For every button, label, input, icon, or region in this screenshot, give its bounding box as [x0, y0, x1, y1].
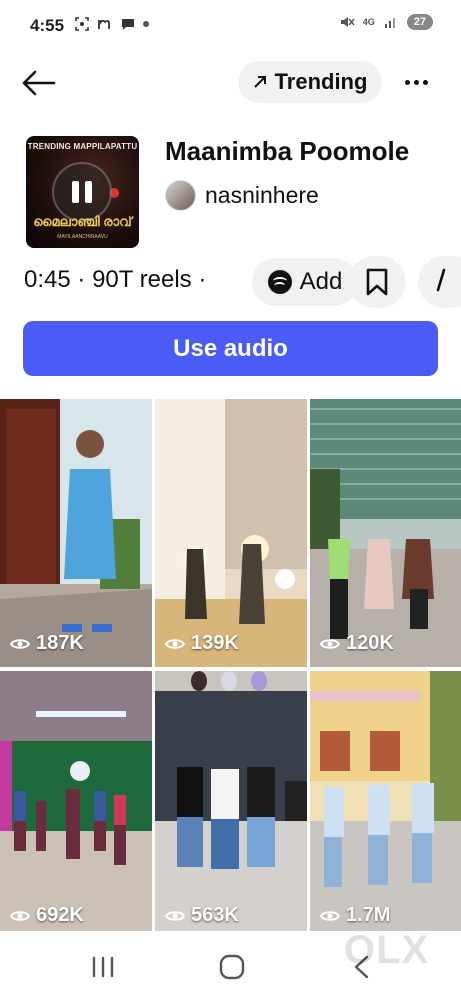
back-button[interactable] — [20, 67, 60, 99]
reel-thumbnail[interactable]: 120K — [310, 399, 461, 667]
share-button[interactable] — [418, 256, 461, 308]
status-right: 4G 27 — [339, 14, 433, 30]
reel-thumbnail[interactable]: 1.7M — [310, 671, 461, 939]
chat-icon — [122, 19, 134, 30]
meta-separator: · — [198, 266, 207, 293]
artist-row[interactable]: nasninhere — [165, 180, 319, 211]
header: Trending — [0, 55, 461, 111]
reel-preview-image — [310, 399, 461, 667]
pause-button[interactable] — [52, 162, 112, 222]
eye-icon — [165, 638, 185, 649]
save-audio-button[interactable] — [348, 256, 406, 308]
reel-thumbnail[interactable]: 187K — [0, 399, 152, 667]
trending-button[interactable]: Trending — [238, 61, 382, 103]
artist-name[interactable]: nasninhere — [205, 182, 319, 209]
trending-arrow-icon — [253, 76, 266, 88]
mute-icon — [340, 17, 355, 27]
view-count: 139K — [165, 632, 239, 655]
more-icon-dot — [413, 79, 419, 85]
view-count-label: 563K — [191, 904, 239, 926]
spotify-icon — [267, 270, 292, 294]
reels-count: 90T reels — [92, 266, 192, 293]
eye-icon — [10, 910, 30, 921]
status-left-icons — [74, 16, 149, 32]
eye-icon — [10, 638, 30, 649]
add-to-spotify-button[interactable]: Add — [252, 258, 358, 306]
eye-icon — [320, 638, 340, 649]
m-icon — [98, 19, 110, 29]
trending-label: Trending — [274, 69, 368, 94]
view-count-label: 692K — [36, 904, 84, 926]
dot-icon — [143, 21, 149, 27]
cover-title-text: മൈലാഞ്ചി രാവ് — [33, 214, 132, 229]
reel-preview-image — [310, 671, 461, 931]
view-count-label: 120K — [346, 632, 394, 654]
view-count-label: 1.7M — [346, 904, 391, 926]
reel-preview-image — [0, 399, 152, 667]
view-count: 692K — [10, 904, 84, 927]
view-count: 187K — [10, 632, 84, 655]
share-icon — [436, 268, 446, 292]
olx-watermark: OLX — [344, 928, 430, 972]
audio-meta-row: 0:45 · 90T reels · Add — [24, 256, 461, 308]
cover-top-text: TRENDING MAPPILAPATTU — [27, 142, 138, 151]
view-count: 120K — [320, 632, 394, 655]
home-icon — [219, 954, 245, 980]
use-audio-button[interactable]: Use audio — [23, 321, 438, 376]
reel-thumbnail[interactable]: 692K — [0, 671, 152, 939]
view-count-label: 139K — [191, 632, 239, 654]
screenshot-icon — [75, 17, 89, 31]
artist-avatar[interactable] — [165, 180, 196, 211]
album-cover[interactable]: TRENDING MAPPILAPATTU മൈലാഞ്ചി രാവ് MAYI… — [26, 136, 139, 248]
reel-preview-image — [155, 671, 307, 931]
cover-sub-text: MAYILAANCHIRAAVU — [57, 234, 108, 240]
view-count-label: 187K — [36, 632, 84, 654]
recent-apps-icon — [92, 956, 114, 978]
reel-thumbnail[interactable]: 563K — [155, 671, 307, 939]
pause-icon-bar — [85, 181, 92, 203]
home-button[interactable] — [212, 950, 252, 984]
eye-icon — [320, 910, 340, 921]
status-bar: 4:55 4G 27 — [0, 0, 461, 52]
back-arrow-icon — [22, 70, 56, 96]
eye-icon — [165, 910, 185, 921]
more-options-button[interactable] — [398, 63, 434, 101]
more-icon — [404, 79, 410, 85]
view-count: 563K — [165, 904, 239, 927]
network-label: 4G — [362, 17, 375, 27]
meta-separator: · — [77, 266, 93, 293]
song-title: Maanimba Poomole — [165, 136, 410, 166]
recent-apps-button[interactable] — [83, 950, 123, 984]
pause-icon — [72, 181, 79, 203]
battery-indicator: 27 — [406, 14, 433, 30]
signal-icon — [384, 18, 395, 28]
more-icon-dot — [422, 79, 428, 85]
reel-thumbnail[interactable]: 139K — [155, 399, 307, 667]
reel-preview-image — [0, 671, 152, 931]
reel-preview-image — [155, 399, 307, 667]
add-label: Add — [299, 268, 343, 295]
bookmark-icon — [366, 268, 388, 296]
view-count: 1.7M — [320, 904, 390, 927]
status-time: 4:55 — [30, 16, 65, 35]
audio-duration: 0:45 — [24, 266, 71, 293]
audio-meta-text: 0:45 · 90T reels · — [24, 266, 206, 294]
